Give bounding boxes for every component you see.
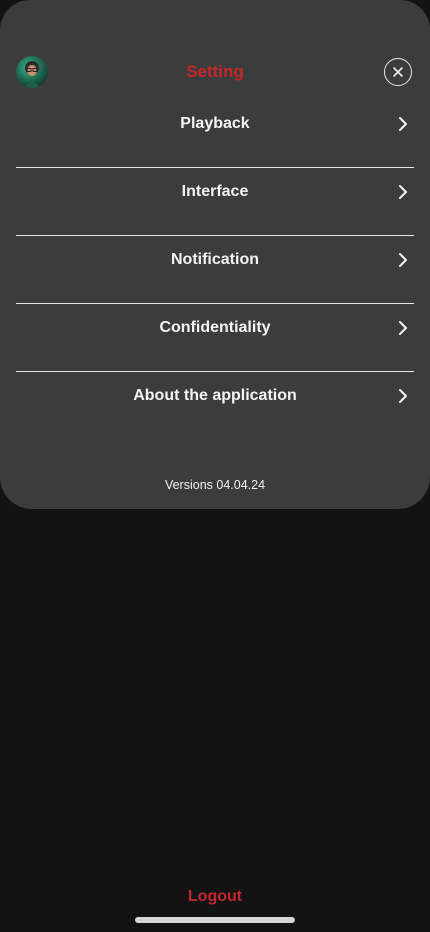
menu-item-notification[interactable]: Notification [16, 236, 414, 304]
menu-item-about[interactable]: About the application [16, 372, 414, 440]
close-button[interactable] [384, 58, 412, 86]
menu-item-confidentiality[interactable]: Confidentiality [16, 304, 414, 372]
settings-screen: Setting Playback Interface Notification … [0, 0, 430, 932]
menu-item-label: Interface [181, 183, 249, 200]
settings-menu: Playback Interface Notification Confiden… [16, 100, 414, 440]
chevron-right-icon [399, 389, 407, 403]
menu-item-label: Notification [171, 251, 259, 268]
chevron-right-icon [399, 185, 407, 199]
version-text: Versions 04.04.24 [164, 478, 266, 492]
settings-panel: Setting Playback Interface Notification … [0, 0, 430, 509]
menu-item-label: About the application [133, 387, 297, 404]
settings-header: Setting [0, 52, 430, 92]
menu-item-label: Confidentiality [159, 319, 271, 336]
menu-item-label: Playback [180, 115, 250, 132]
chevron-right-icon [399, 117, 407, 131]
logout-button[interactable]: Logout [0, 888, 430, 906]
home-indicator[interactable] [135, 917, 295, 923]
menu-item-playback[interactable]: Playback [16, 100, 414, 168]
chevron-right-icon [399, 321, 407, 335]
chevron-right-icon [399, 253, 407, 267]
close-icon [393, 67, 403, 77]
menu-item-interface[interactable]: Interface [16, 168, 414, 236]
page-title: Setting [186, 62, 244, 81]
